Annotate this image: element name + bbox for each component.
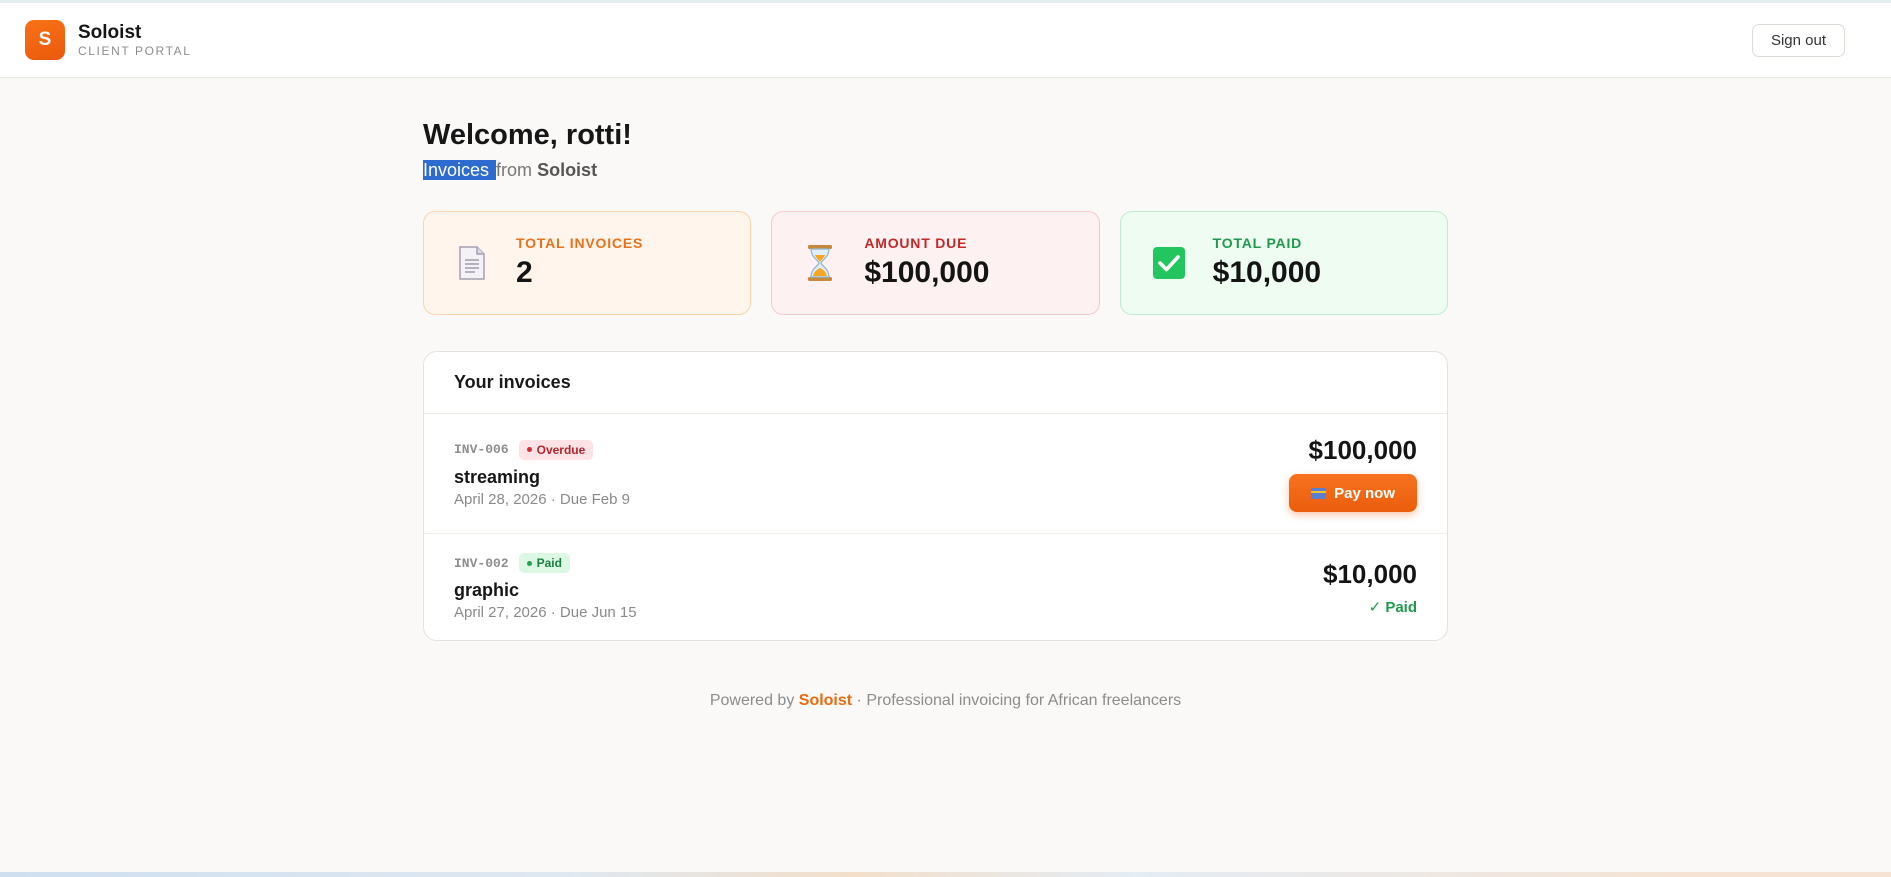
invoice-date: April 27, 2026 · Due Jun 15 xyxy=(454,604,637,621)
stat-value: 2 xyxy=(516,256,533,289)
invoice-amount: $10,000 xyxy=(1323,558,1417,589)
invoice-id: INV-006 xyxy=(454,442,509,457)
dot-icon xyxy=(526,447,532,452)
badge-label: Overdue xyxy=(536,442,586,457)
stat-value: $100,000 xyxy=(864,256,990,289)
status-badge-overdue: Overdue xyxy=(518,439,594,460)
stat-total-paid: TOTAL PAID $10,000 xyxy=(1119,211,1448,315)
invoice-row[interactable]: INV-002 Paid graphic April 27, 2026 · Du… xyxy=(424,533,1447,640)
invoice-meta: INV-006 Overdue xyxy=(454,439,630,460)
main-content: Welcome, rotti! Invoices from Soloist TO… xyxy=(423,117,1448,641)
badge-label: Paid xyxy=(536,556,562,570)
pay-now-label: Pay now xyxy=(1334,484,1395,502)
footer-suffix: · Professional invoicing for African fre… xyxy=(852,692,1182,709)
hourglass-icon xyxy=(802,243,838,283)
stat-text: TOTAL INVOICES 2 xyxy=(516,235,643,291)
footer: Powered by Soloist · Professional invoic… xyxy=(0,692,1891,710)
invoices-heading: Your invoices xyxy=(424,352,1447,414)
check-icon xyxy=(1151,243,1187,283)
sign-out-button[interactable]: Sign out xyxy=(1751,23,1845,57)
footer-brand-link[interactable]: Soloist xyxy=(799,692,852,709)
stat-text: TOTAL PAID $10,000 xyxy=(1213,235,1321,291)
invoice-title: graphic xyxy=(454,580,520,600)
stat-value: $10,000 xyxy=(1212,256,1322,289)
invoice-id: INV-002 xyxy=(454,555,509,571)
credit-card-icon xyxy=(1311,487,1327,499)
subtitle-brand: Soloist xyxy=(537,160,598,180)
bottom-strip xyxy=(0,872,1891,877)
invoice-meta: INV-002 Paid xyxy=(454,553,637,573)
invoices-card: Your invoices INV-006 Overdue streaming … xyxy=(423,351,1448,641)
stat-total-invoices: TOTAL INVOICES 2 xyxy=(423,211,752,315)
stat-text: AMOUNT DUE $100,000 xyxy=(864,235,989,291)
dot-icon xyxy=(526,560,532,566)
stat-label: TOTAL INVOICES xyxy=(516,235,644,251)
invoice-info: INV-002 Paid graphic April 27, 2026 · Du… xyxy=(454,553,637,621)
top-bar: S Soloist CLIENT PORTAL Sign out xyxy=(0,0,1891,78)
invoice-row[interactable]: INV-006 Overdue streaming April 28, 2026… xyxy=(424,414,1447,533)
document-icon xyxy=(454,243,490,283)
subtitle-from: from xyxy=(496,160,538,180)
invoice-title: streaming xyxy=(454,466,541,487)
stat-amount-due: AMOUNT DUE $100,000 xyxy=(771,211,1100,315)
brand-name: Soloist xyxy=(78,22,142,43)
invoice-actions: $10,000 ✓ Paid xyxy=(1323,559,1417,616)
page-subtitle: Invoices from Soloist xyxy=(423,159,1448,181)
brand-subtitle: CLIENT PORTAL xyxy=(78,44,192,58)
invoice-date: April 28, 2026 · Due Feb 9 xyxy=(454,490,630,508)
status-badge-paid: Paid xyxy=(518,553,570,573)
invoice-actions: $100,000 Pay now xyxy=(1289,435,1417,512)
stats-row: TOTAL INVOICES 2 AMOUNT DUE $100,000 TOT… xyxy=(423,211,1448,315)
pay-now-button[interactable]: Pay now xyxy=(1289,474,1417,512)
paid-status: ✓ Paid xyxy=(1368,598,1417,616)
page-title: Welcome, rotti! xyxy=(423,119,632,151)
stat-label: AMOUNT DUE xyxy=(864,235,968,251)
brand[interactable]: S Soloist CLIENT PORTAL xyxy=(25,20,192,60)
stat-label: TOTAL PAID xyxy=(1212,235,1303,251)
subtitle-highlight: Invoices xyxy=(423,160,497,180)
invoice-amount: $100,000 xyxy=(1308,435,1417,465)
logo: S xyxy=(25,20,65,60)
footer-prefix: Powered by xyxy=(709,692,799,709)
invoice-info: INV-006 Overdue streaming April 28, 2026… xyxy=(454,439,630,508)
brand-text: Soloist CLIENT PORTAL xyxy=(78,22,192,58)
